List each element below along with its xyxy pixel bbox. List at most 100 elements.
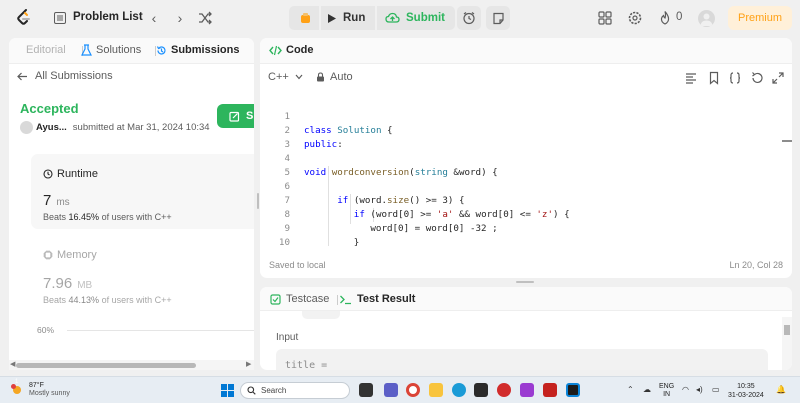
resize-handle[interactable]	[257, 193, 259, 209]
user-avatar[interactable]	[698, 10, 715, 27]
gear-icon[interactable]	[627, 10, 643, 26]
checkbox-icon	[270, 293, 281, 305]
divider	[337, 295, 338, 305]
debug-button[interactable]	[294, 6, 316, 30]
notification-bell-icon[interactable]: 🔔	[776, 385, 786, 394]
terminal-icon	[340, 295, 351, 304]
result-pill	[302, 311, 340, 319]
tab-test-result[interactable]: Test Result	[339, 293, 415, 305]
language-indicator[interactable]: ENG IN	[659, 383, 674, 399]
lock-icon	[317, 72, 324, 82]
windows-taskbar: 87°F Mostly sunny 1 Search ⌃ ☁ ENG IN ◠ …	[0, 376, 800, 403]
runtime-card[interactable]: Runtime 7 ms Beats 16.45% of users with …	[31, 154, 254, 229]
prev-problem-icon[interactable]: ‹	[146, 10, 162, 26]
solution-button[interactable]: S	[217, 104, 254, 128]
scrollbar-thumb[interactable]	[16, 363, 196, 368]
clock-date: 31-03-2024	[728, 392, 764, 399]
bookmark-icon[interactable]	[707, 71, 721, 85]
tab-submissions[interactable]: Submissions	[156, 44, 239, 56]
distribution-axis-label: 60%	[37, 325, 55, 335]
code-panel-header: Code	[260, 38, 792, 64]
test-panel: Testcase Test Result Input title =	[260, 287, 792, 370]
tab-solutions[interactable]: Solutions	[81, 44, 141, 56]
edit-icon	[229, 111, 240, 122]
code-line: 8 word[0] = word[0] -32 ;	[260, 194, 792, 234]
code-line: 5	[260, 152, 792, 178]
premium-button[interactable]: Premium	[728, 6, 792, 30]
timer-button[interactable]	[457, 6, 481, 30]
weather-widget[interactable]: 87°F Mostly sunny	[10, 382, 70, 398]
author-avatar[interactable]	[20, 121, 33, 134]
author-name[interactable]: Ayus...	[36, 122, 67, 133]
chevron-up-icon[interactable]: ⌃	[627, 385, 634, 394]
code-title-label: Code	[286, 44, 314, 56]
shuffle-icon[interactable]	[197, 10, 213, 26]
windows-start-icon[interactable]	[221, 384, 234, 397]
fire-streak-icon[interactable]	[657, 10, 673, 26]
code-editor[interactable]: 1 class Solution { 2 public: 3 4 void wo…	[260, 96, 792, 246]
runtime-unit: ms	[56, 197, 70, 208]
wifi-icon[interactable]: ◠	[682, 385, 689, 394]
divider	[375, 6, 377, 30]
teams-icon[interactable]	[384, 383, 398, 397]
memory-card[interactable]: Memory 7.96 MB Beats 44.13% of users wit…	[31, 243, 254, 353]
layout-grid-icon[interactable]	[597, 10, 613, 26]
fullscreen-icon[interactable]	[771, 71, 785, 85]
speaker-icon[interactable]: ◂)	[696, 385, 703, 394]
test-panel-header: Testcase Test Result	[260, 287, 792, 311]
task-view-icon[interactable]	[359, 383, 373, 397]
memory-unit: MB	[77, 280, 93, 291]
notes-button[interactable]	[486, 6, 510, 30]
taskbar-search[interactable]: Search	[240, 382, 350, 399]
network-tray-icon[interactable]: ☁	[643, 385, 651, 394]
divider	[319, 6, 321, 30]
next-problem-icon[interactable]: ›	[172, 10, 188, 26]
problem-list-link[interactable]: Problem List	[73, 11, 143, 23]
arrow-left-icon	[17, 72, 27, 80]
memory-value: 7.96 MB	[43, 275, 92, 292]
search-placeholder: Search	[261, 386, 287, 395]
code-line: 4 void wordconversion(string &word) {	[260, 138, 792, 178]
system-clock[interactable]: 10:35 31-03-2024	[728, 382, 764, 400]
chrome-icon[interactable]	[406, 383, 420, 397]
format-code-icon[interactable]	[684, 71, 698, 85]
testcase-input[interactable]: title =	[276, 349, 768, 370]
runtime-number: 7	[43, 192, 52, 209]
resize-handle[interactable]	[516, 281, 534, 283]
run-button[interactable]: Run	[327, 6, 365, 30]
media-player-icon[interactable]	[497, 383, 511, 397]
mode-value: Auto	[330, 71, 353, 83]
gmail-icon[interactable]	[543, 383, 557, 397]
auto-complete-toggle[interactable]: Auto	[316, 71, 353, 83]
submit-label: Submit	[406, 12, 445, 24]
submission-status: Accepted	[20, 101, 79, 116]
scroll-right-icon[interactable]: ▶	[246, 360, 251, 368]
app-icon[interactable]	[520, 383, 534, 397]
scrollbar-thumb[interactable]	[784, 325, 790, 335]
weather-condition: Mostly sunny	[29, 390, 70, 397]
memory-number: 7.96	[43, 275, 73, 292]
tab-testcase[interactable]: Testcase	[270, 293, 329, 305]
input-label: Input	[276, 332, 299, 343]
all-submissions-link[interactable]: All Submissions	[17, 70, 113, 82]
language-selector[interactable]: C++	[268, 71, 303, 83]
tab-editorial[interactable]: Editorial	[26, 44, 66, 56]
alarm-clock-icon	[463, 12, 475, 25]
sun-icon	[11, 384, 21, 394]
battery-icon[interactable]: ▭	[712, 385, 720, 394]
code-title: Code	[269, 44, 314, 56]
braces-icon[interactable]	[728, 71, 742, 85]
problem-list-icon[interactable]	[54, 12, 66, 24]
submitted-time: submitted at Mar 31, 2024 10:34	[72, 122, 210, 133]
edge-icon[interactable]	[452, 383, 466, 397]
file-explorer-icon[interactable]	[429, 383, 443, 397]
leetcode-logo-icon[interactable]	[16, 9, 32, 27]
submit-button[interactable]: Submit	[385, 6, 445, 30]
scroll-left-icon[interactable]: ◀	[10, 360, 15, 368]
scroll-marker	[782, 140, 792, 142]
cloud-upload-icon	[385, 12, 400, 23]
reset-code-icon[interactable]	[750, 71, 764, 85]
top-navbar: Problem List ‹ › Run Submit 0 Premium	[0, 0, 800, 36]
app-icon[interactable]	[566, 383, 580, 397]
store-icon[interactable]	[474, 383, 488, 397]
